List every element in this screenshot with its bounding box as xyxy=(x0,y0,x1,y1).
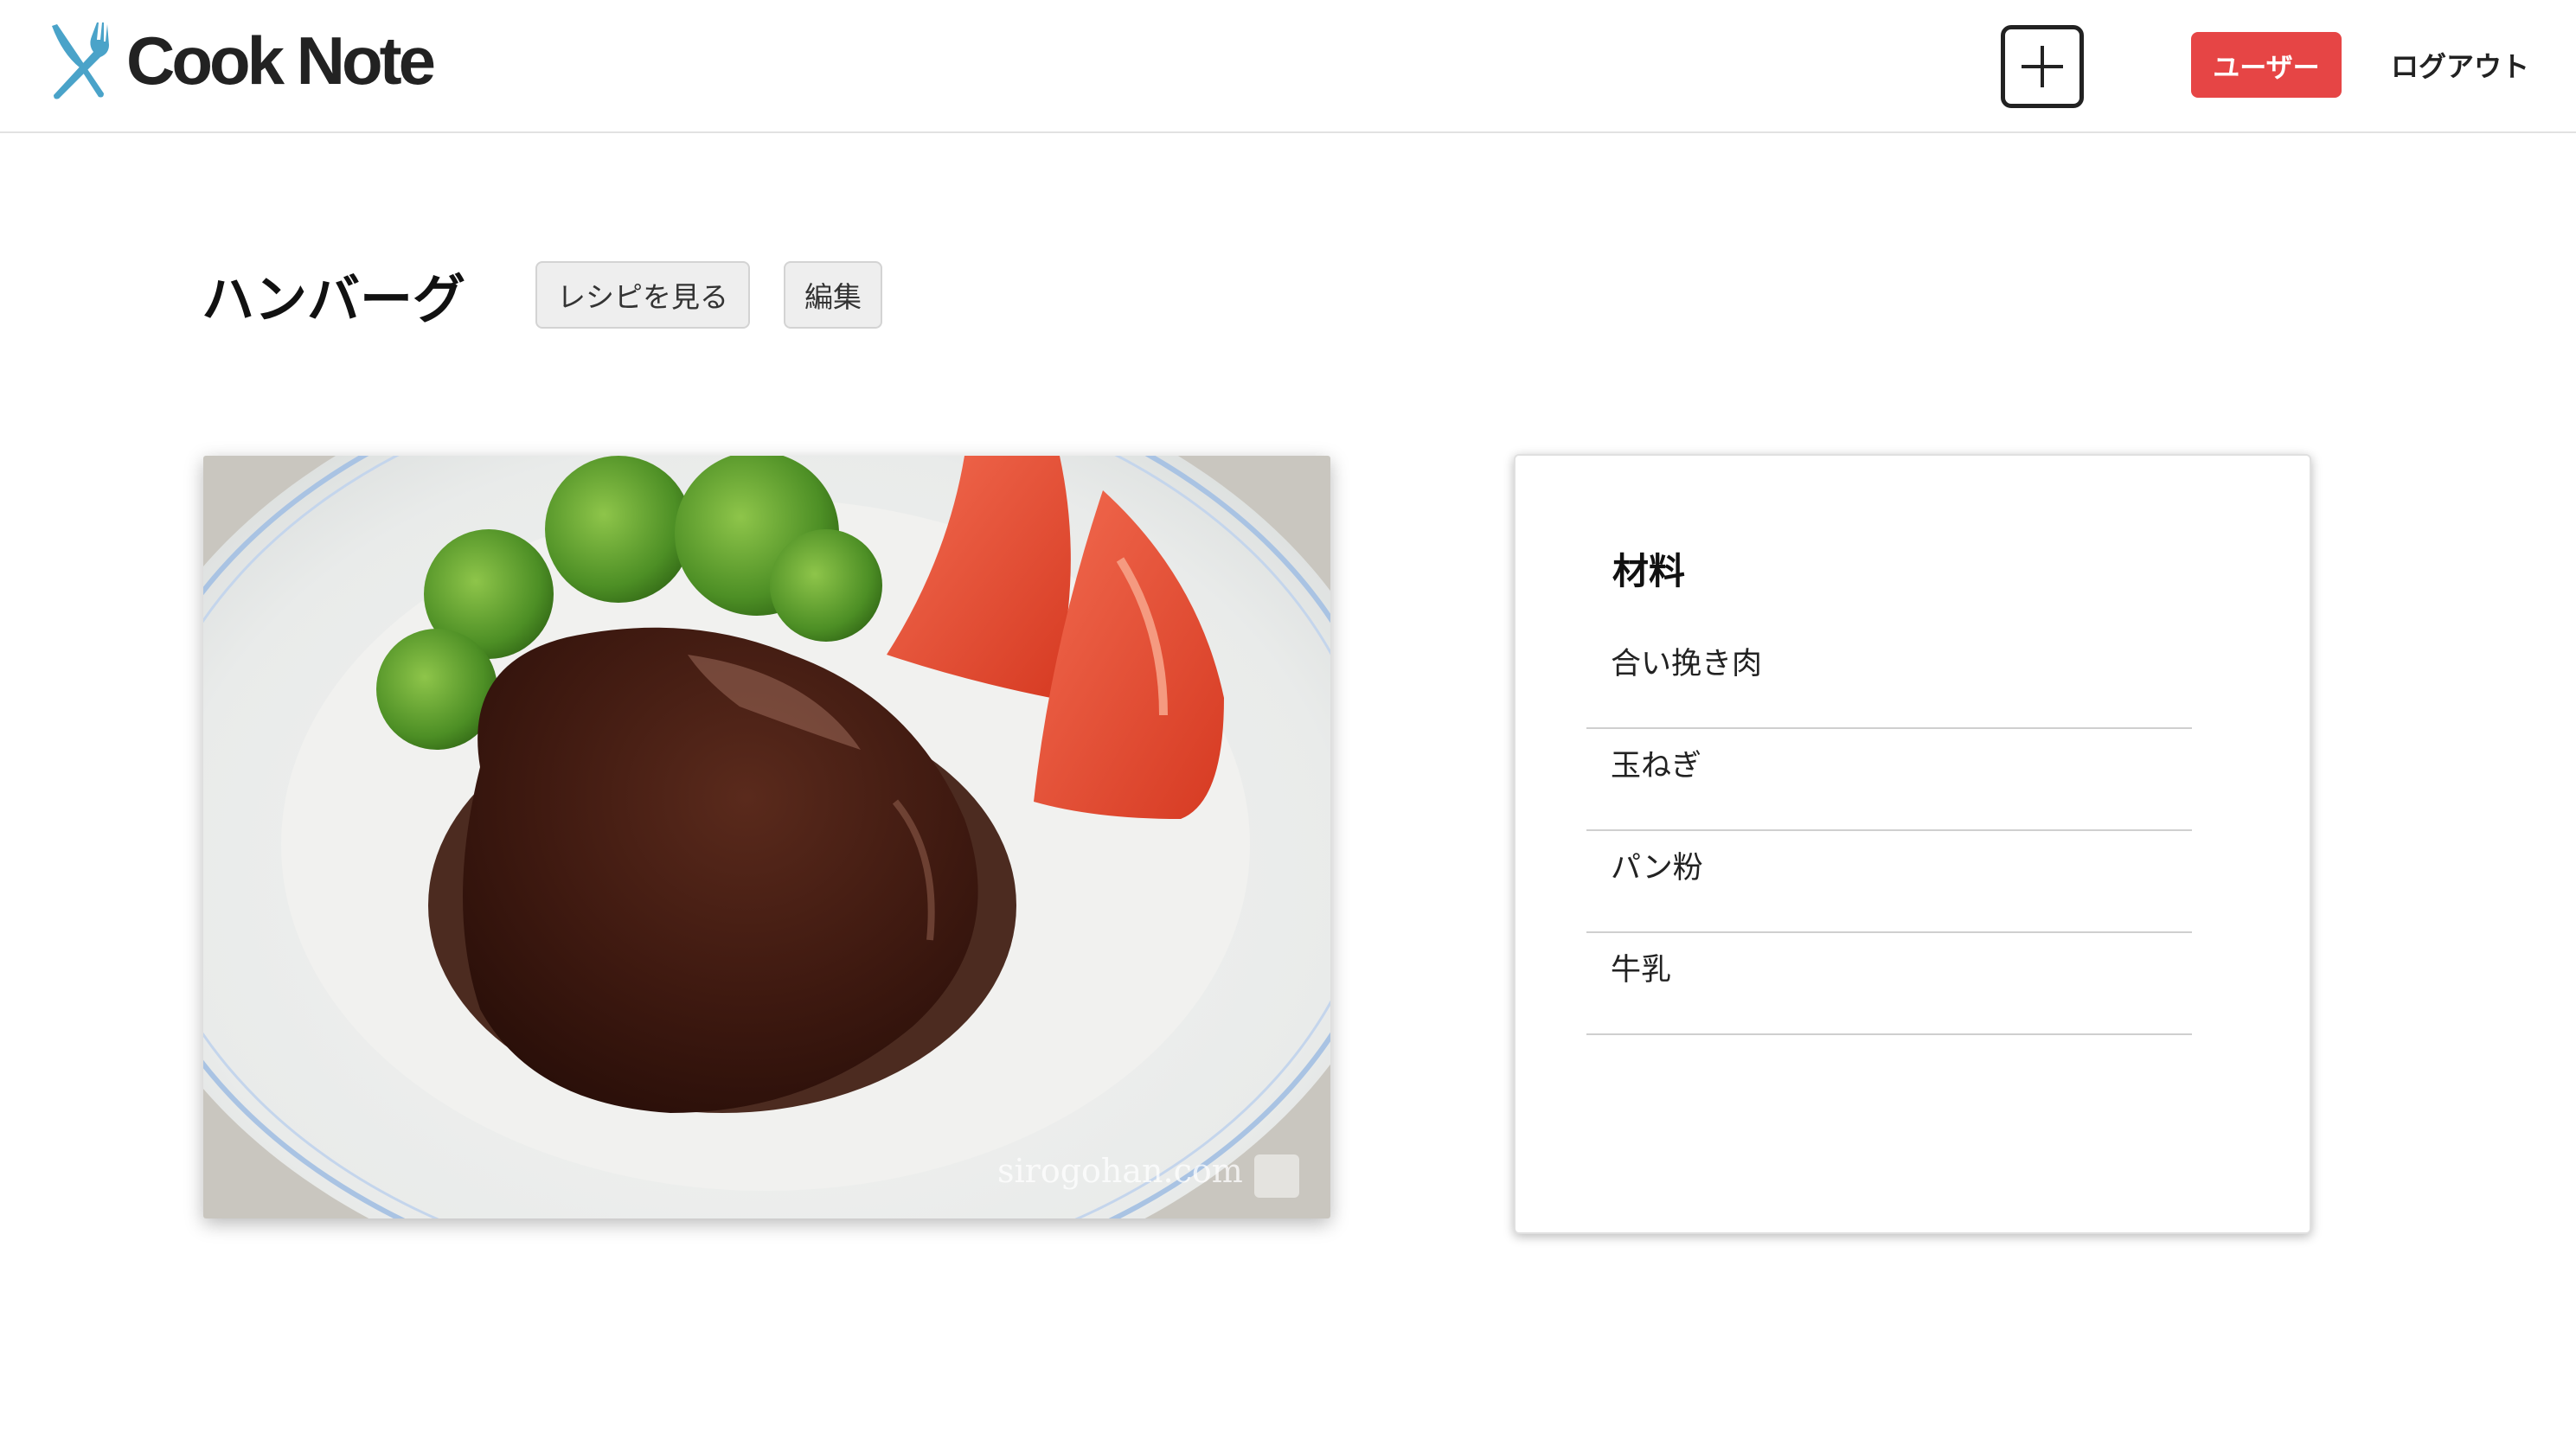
ingredients-list: 合い挽き肉 玉ねぎ パン粉 牛乳 xyxy=(1586,627,2192,1035)
ingredient-item: 玉ねぎ xyxy=(1586,729,2192,831)
add-recipe-button[interactable] xyxy=(2001,25,2084,108)
recipe-title: ハンバーグ xyxy=(202,268,466,330)
plus-icon xyxy=(2022,46,2063,87)
ingredients-card: 材料 合い挽き肉 玉ねぎ パン粉 牛乳 xyxy=(1514,454,2311,1234)
top-navbar: Cook Note ユーザー ログアウト xyxy=(0,0,2576,133)
edit-button[interactable]: 編集 xyxy=(784,261,882,329)
ingredient-item: パン粉 xyxy=(1586,831,2192,933)
app-logo[interactable]: Cook Note xyxy=(43,17,436,104)
ingredient-item: 牛乳 xyxy=(1586,933,2192,1035)
ingredient-name: 玉ねぎ xyxy=(1611,749,1702,783)
view-recipe-button[interactable]: レシピを見る xyxy=(535,261,750,329)
ingredient-name: 合い挽き肉 xyxy=(1611,647,1763,681)
logout-link[interactable]: ログアウト xyxy=(2391,43,2529,86)
ingredient-name: パン粉 xyxy=(1611,851,1703,886)
fork-knife-icon xyxy=(52,22,109,99)
photo-watermark: sirogohan.com xyxy=(997,1152,1243,1190)
app-logo-text: Cook Note xyxy=(126,22,436,99)
ingredient-name: 牛乳 xyxy=(1611,953,1672,988)
ingredients-title: 材料 xyxy=(1612,549,1686,592)
user-button[interactable]: ユーザー xyxy=(2191,32,2342,98)
ingredient-item: 合い挽き肉 xyxy=(1586,627,2192,729)
recipe-photo: sirogohan.com xyxy=(203,456,1330,1218)
